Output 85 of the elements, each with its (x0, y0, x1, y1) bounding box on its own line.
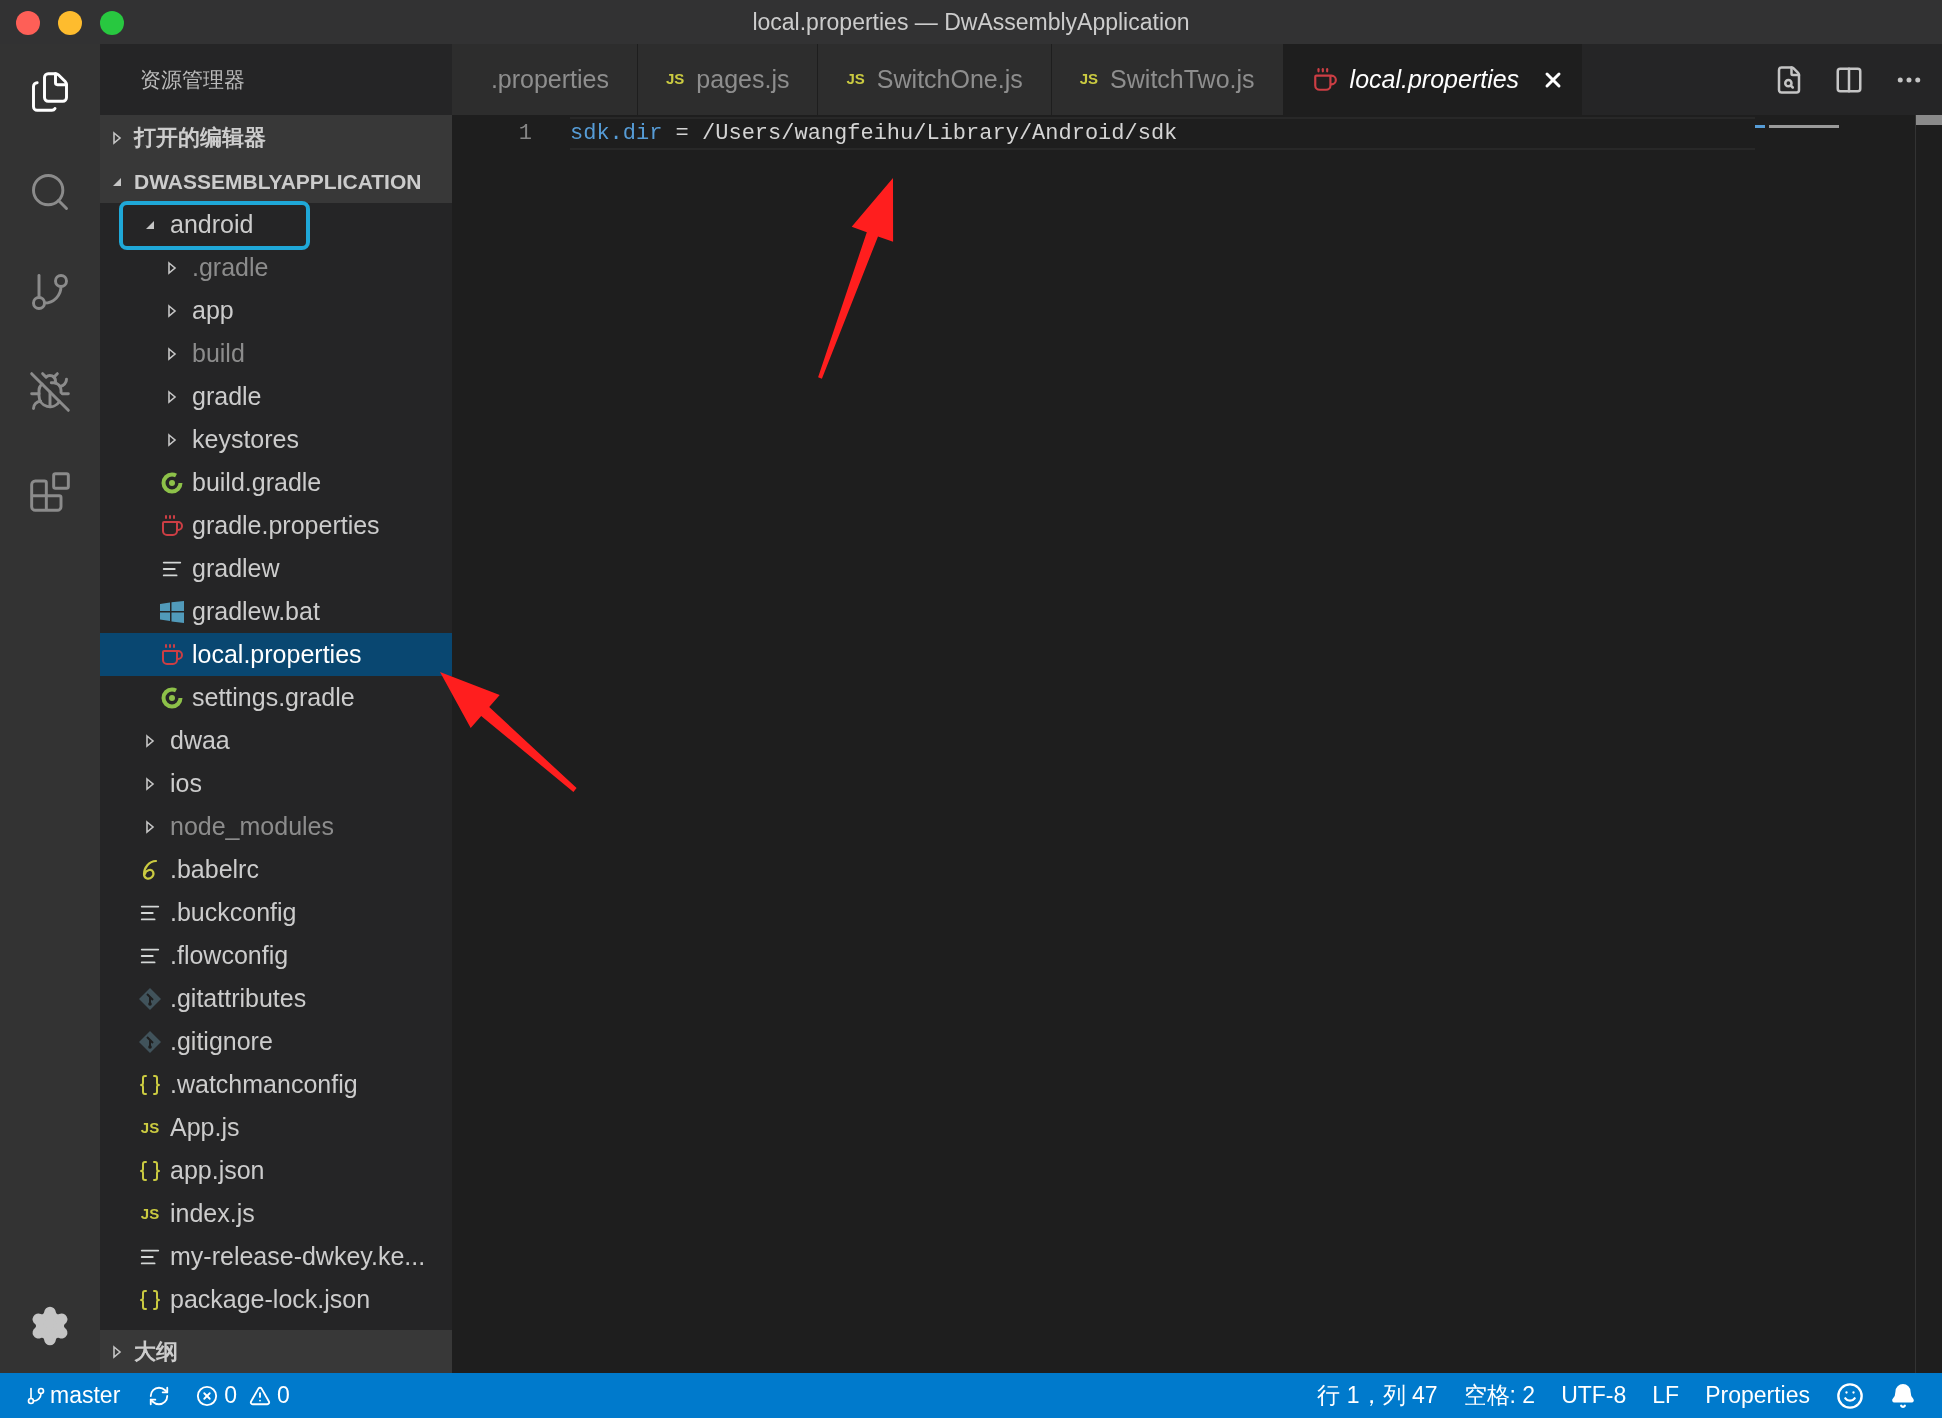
braces-icon (138, 1287, 162, 1312)
js-icon: JS (140, 1206, 160, 1221)
tree-item[interactable]: JS index.js (100, 1192, 452, 1235)
tree-item[interactable]: gradle.properties (100, 504, 452, 547)
tree-item[interactable]: package-lock.json (100, 1278, 452, 1321)
tree-item[interactable]: gradlew (100, 547, 452, 590)
caret-icon[interactable] (167, 389, 177, 404)
tree-item[interactable]: .gitignore (100, 1020, 452, 1063)
error-count: 0 (224, 1381, 238, 1411)
cup-icon (160, 642, 184, 667)
zoom-window-button[interactable] (100, 11, 124, 35)
cup-icon (1311, 66, 1338, 93)
tree-item[interactable]: settings.gradle (100, 676, 452, 719)
blocks-icon[interactable] (28, 470, 72, 514)
caret-icon[interactable] (167, 432, 177, 447)
status-item[interactable]: Properties (1705, 1378, 1810, 1413)
tree-item[interactable]: .gitattributes (100, 977, 452, 1020)
tree-item[interactable]: gradle (100, 375, 452, 418)
tree-item[interactable]: keystores (100, 418, 452, 461)
editor-tab[interactable]: local.properties (1283, 44, 1583, 115)
diamond-icon (138, 1029, 162, 1054)
tree-item[interactable]: .babelrc (100, 848, 452, 891)
caret-icon[interactable] (167, 346, 177, 361)
status-item[interactable]: 空格: 2 (1463, 1378, 1536, 1413)
code-line: sdk.dir = /Users/wangfeihu/Library/Android/sdk (570, 120, 1178, 148)
editor-tab[interactable]: JS SwitchOne.js (818, 44, 1052, 115)
tree-item[interactable]: gradlew.bat (100, 590, 452, 633)
caret-icon[interactable] (145, 819, 155, 834)
caret-icon[interactable] (145, 733, 155, 748)
sync-icon[interactable] (148, 1384, 171, 1407)
caret-icon[interactable] (145, 776, 155, 791)
tree-item[interactable]: app (100, 289, 452, 332)
js-icon: JS (666, 68, 685, 91)
braces-icon (138, 1072, 162, 1097)
tree-item[interactable]: my-release-dwkey.ke... (100, 1235, 452, 1278)
caret-icon[interactable] (112, 130, 122, 145)
sidebar-title: 资源管理器 (140, 66, 245, 93)
js-icon: JS (846, 68, 865, 91)
tree-item[interactable]: JS App.js (100, 1106, 452, 1149)
tree-item[interactable]: local.properties (100, 633, 452, 676)
tree-item[interactable]: android (100, 203, 452, 246)
tree-item[interactable]: .buckconfig (100, 891, 452, 934)
js-icon: JS (1079, 68, 1099, 91)
no-bug-icon[interactable] (28, 370, 72, 414)
minimize-window-button[interactable] (58, 11, 82, 35)
tree-item[interactable]: build (100, 332, 452, 375)
section-header[interactable]: 大纲 (100, 1330, 452, 1373)
ring-icon (160, 470, 184, 495)
warning-icon (249, 1384, 272, 1407)
tree-item[interactable]: app.json (100, 1149, 452, 1192)
window-title: local.properties — DwAssemblyApplication (752, 7, 1190, 37)
section-header[interactable]: DWASSEMBLYAPPLICATION (100, 160, 452, 203)
tree-item[interactable]: .gradle (100, 246, 452, 289)
problems-item[interactable]: 0 0 (196, 1378, 290, 1413)
error-icon (196, 1384, 219, 1407)
editor-tab[interactable]: JS pages.js (638, 44, 819, 115)
diamond-icon (138, 986, 162, 1011)
four-panes-icon (160, 600, 184, 623)
caret-icon[interactable] (112, 1344, 122, 1359)
tree-item[interactable]: build.gradle (100, 461, 452, 504)
status-item[interactable]: LF (1652, 1378, 1680, 1413)
braces-icon (138, 1158, 162, 1183)
tree-item[interactable]: dwaa (100, 719, 452, 762)
smiley-icon[interactable] (1836, 1381, 1864, 1410)
tree-item[interactable]: .watchmanconfig (100, 1063, 452, 1106)
branch-icon (26, 1385, 46, 1406)
caret-icon[interactable] (167, 303, 177, 318)
tree-item[interactable]: ios (100, 762, 452, 805)
line-number: 1 (517, 120, 532, 148)
cup-icon (160, 513, 184, 538)
ring-icon (160, 685, 184, 710)
editor-tab[interactable]: JS SwitchTwo.js (1051, 44, 1284, 115)
status-item[interactable]: UTF-8 (1561, 1378, 1627, 1413)
tree-item[interactable]: .flowconfig (100, 934, 452, 977)
status-item[interactable]: 行 1，列 47 (1317, 1378, 1438, 1413)
bell-icon[interactable] (1890, 1382, 1916, 1409)
editor-tab[interactable]: .properties (452, 44, 638, 115)
warning-count: 0 (277, 1381, 290, 1411)
close-window-button[interactable] (16, 11, 40, 35)
js-icon: JS (140, 1120, 160, 1135)
branch-item[interactable]: master (26, 1378, 121, 1413)
tree-item[interactable]: node_modules (100, 805, 452, 848)
section-header[interactable]: 打开的编辑器 (100, 115, 452, 160)
scrollbar[interactable] (1915, 115, 1942, 1373)
caret-icon[interactable] (167, 260, 177, 275)
